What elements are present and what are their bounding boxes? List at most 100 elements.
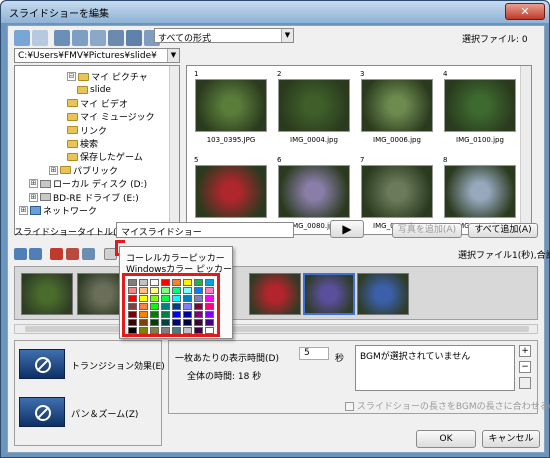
color-swatch[interactable]	[172, 311, 181, 318]
color-swatch[interactable]	[205, 319, 214, 326]
remove-bgm-button[interactable]: −	[519, 361, 531, 373]
color-swatch[interactable]	[194, 327, 203, 334]
remove-all-icon[interactable]	[66, 248, 79, 260]
chevron-down-icon[interactable]: ▼	[167, 49, 179, 62]
color-swatch[interactable]	[194, 279, 203, 286]
tree-scrollbar[interactable]	[169, 66, 179, 234]
add-all-button[interactable]: すべて追加(A)	[468, 223, 538, 238]
color-swatch[interactable]	[205, 295, 214, 302]
up-folder-icon[interactable]	[54, 30, 70, 46]
expander-icon[interactable]: ⊞	[49, 165, 58, 175]
strip-slide[interactable]	[249, 273, 301, 315]
color-swatch[interactable]	[128, 279, 137, 286]
color-swatch[interactable]	[194, 311, 203, 318]
color-swatch[interactable]	[161, 279, 170, 286]
color-swatch[interactable]	[161, 311, 170, 318]
chevron-down-icon[interactable]: ▼	[281, 29, 293, 42]
tree-item[interactable]: ⊞ BD-RE ドライブ (E:)	[29, 191, 139, 204]
thumbnail-item[interactable]: 1 103_0395.JPG	[191, 70, 273, 154]
color-swatch[interactable]	[128, 311, 137, 318]
color-swatch[interactable]	[183, 319, 192, 326]
scroll-thumb[interactable]	[25, 326, 529, 332]
tree-item[interactable]: リンク	[67, 124, 107, 137]
color-swatch[interactable]	[172, 303, 181, 310]
color-swatch[interactable]	[161, 327, 170, 334]
add-selected-button[interactable]: 写真を追加(A)	[392, 223, 462, 238]
color-swatch[interactable]	[161, 319, 170, 326]
rotate-right-icon[interactable]	[29, 248, 42, 260]
thumbnail-image[interactable]	[444, 165, 516, 218]
color-swatch[interactable]	[139, 319, 148, 326]
forward-icon[interactable]	[32, 30, 48, 46]
color-swatch[interactable]	[150, 295, 159, 302]
thumbnail-image[interactable]	[278, 165, 350, 218]
color-swatch[interactable]	[194, 319, 203, 326]
view-thumbs-icon[interactable]	[108, 30, 124, 46]
transition-effect-thumb[interactable]	[19, 349, 65, 379]
strip-slide[interactable]	[357, 273, 409, 315]
view-list-icon[interactable]	[72, 30, 88, 46]
tree-item[interactable]: ⊞ ネットワーク	[19, 204, 97, 217]
color-swatch[interactable]	[194, 295, 203, 302]
color-swatch[interactable]	[205, 327, 214, 334]
color-swatch[interactable]	[150, 327, 159, 334]
thumbnail-image[interactable]	[278, 79, 350, 132]
color-swatch[interactable]	[139, 303, 148, 310]
color-swatch[interactable]	[183, 287, 192, 294]
thumbnail-image[interactable]	[444, 79, 516, 132]
color-swatch[interactable]	[183, 311, 192, 318]
color-swatch[interactable]	[172, 295, 181, 302]
rotate-left-icon[interactable]	[14, 248, 27, 260]
strip-scrollbar[interactable]	[14, 324, 538, 334]
bgm-extra-button[interactable]	[519, 377, 531, 389]
color-swatch[interactable]	[172, 327, 181, 334]
color-swatch[interactable]	[205, 287, 214, 294]
match-bgm-option[interactable]: スライドショーの長さをBGMの長さに合わせる(M)	[345, 399, 550, 412]
color-swatch[interactable]	[183, 303, 192, 310]
strip-slide[interactable]	[21, 273, 73, 315]
match-bgm-checkbox[interactable]	[345, 402, 354, 411]
color-swatch[interactable]	[139, 311, 148, 318]
expander-icon[interactable]: ⊞	[19, 206, 28, 215]
thumbnail-item[interactable]: 2 IMG_0004.jpg	[274, 70, 356, 154]
per-slide-time-input[interactable]: 5	[299, 347, 329, 360]
color-swatch[interactable]	[161, 303, 170, 310]
format-select[interactable]: すべての形式 ▼	[154, 28, 294, 43]
color-swatch[interactable]	[139, 279, 148, 286]
color-swatch[interactable]	[139, 287, 148, 294]
expander-icon[interactable]: ⊞	[29, 192, 38, 202]
thumbnail-image[interactable]	[361, 165, 433, 218]
thumbnail-item[interactable]: 3 IMG_0006.jpg	[357, 70, 439, 154]
color-swatch[interactable]	[205, 303, 214, 310]
pan-zoom-thumb[interactable]	[19, 397, 65, 427]
tree-item[interactable]: マイ ミュージック	[67, 110, 155, 123]
color-swatch[interactable]	[205, 311, 214, 318]
color-swatch[interactable]	[128, 319, 137, 326]
color-swatch[interactable]	[183, 295, 192, 302]
color-swatch[interactable]	[183, 279, 192, 286]
strip-slide[interactable]	[303, 273, 355, 315]
color-swatch[interactable]	[150, 279, 159, 286]
view-details-icon[interactable]	[90, 30, 106, 46]
color-swatch[interactable]	[150, 287, 159, 294]
color-swatch[interactable]	[194, 303, 203, 310]
bgm-list[interactable]: BGMが選択されていません	[355, 345, 515, 391]
tree-item[interactable]: ⊟ マイ ピクチャ	[67, 70, 148, 83]
tree-item[interactable]: ⊞ パブリック	[49, 164, 118, 177]
color-swatch[interactable]	[194, 287, 203, 294]
color-swatch[interactable]	[139, 327, 148, 334]
color-swatch[interactable]	[161, 287, 170, 294]
thumbnail-image[interactable]	[361, 79, 433, 132]
color-swatch[interactable]	[150, 319, 159, 326]
color-swatch[interactable]	[172, 279, 181, 286]
delete-icon[interactable]	[50, 248, 63, 260]
expander-icon[interactable]: ⊟	[67, 72, 76, 81]
ok-button[interactable]: OK	[416, 430, 476, 448]
back-icon[interactable]	[14, 30, 30, 46]
color-swatch[interactable]	[172, 287, 181, 294]
preview-play-button[interactable]: ▶	[330, 220, 364, 238]
add-bgm-button[interactable]: +	[519, 345, 531, 357]
color-swatch[interactable]	[128, 327, 137, 334]
close-button[interactable]: ✕	[505, 3, 545, 20]
color-swatch[interactable]	[150, 311, 159, 318]
